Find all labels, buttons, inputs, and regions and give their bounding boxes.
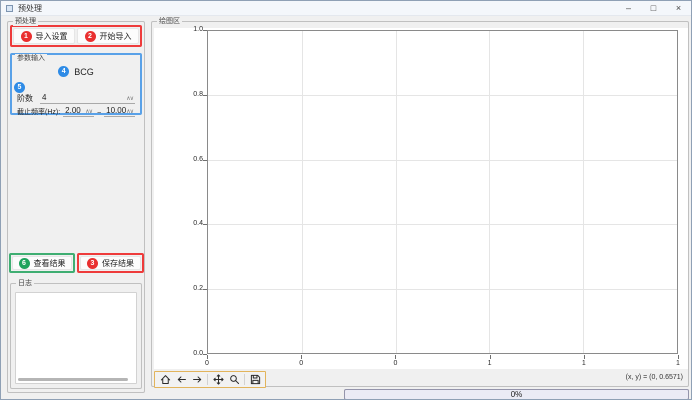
plot-axes [207,30,678,354]
signal-type-row: 4 BCG [12,65,140,78]
step-badge-3: 3 [87,258,98,269]
log-group: 日志 [10,283,142,389]
cutoff-label: 截止频率(Hz): [17,107,60,117]
cutoff-low-value: 2.00 [65,106,81,115]
save-results-label: 保存结果 [102,258,134,269]
y-tick-label: 0.4 [180,220,203,228]
x-tick-mark [490,355,491,359]
y-tick-mark [203,160,207,161]
y-tick-label: 1.0 [180,26,203,34]
y-tick-label: 0.6 [180,156,203,164]
gridline-horizontal [208,224,677,225]
gridline-vertical [396,31,397,353]
log-group-label: 日志 [16,279,34,288]
log-textarea[interactable] [15,292,137,384]
progress-text: 0% [511,390,523,399]
order-row: 阶数 4 ∧∨ [17,92,135,104]
y-tick-label: 0.0 [180,350,203,358]
preprocess-group: 预处理 1 导入设置 2 开始导入 参数输入 4 BCG 5 阶数 [7,21,145,393]
spinner-arrows-icon[interactable]: ∧∨ [126,96,133,102]
toolbar-separator [207,374,208,385]
x-tick-mark [301,355,302,359]
view-results-button[interactable]: 6 查看结果 [12,256,72,270]
zoom-rect-icon[interactable] [228,374,240,386]
window-title: 预处理 [18,3,42,14]
y-tick-mark [203,95,207,96]
preprocess-group-label: 预处理 [13,17,38,26]
x-tick-label: 0 [293,360,309,368]
cutoff-separator: ~ [97,110,101,117]
y-tick-mark [203,30,207,31]
view-results-annotation: 6 查看结果 [9,253,75,273]
cursor-coordinate-readout: (x, y) = (0, 0.6571) [626,374,683,381]
x-tick-mark [678,355,679,359]
maximize-button[interactable]: □ [641,1,666,15]
cutoff-low-spinbox[interactable]: 2.00 ∧∨ [63,106,94,117]
cutoff-high-value: 10.00 [106,106,126,115]
window-controls: – □ × [616,1,691,15]
back-arrow-icon[interactable] [175,374,187,386]
gridline-horizontal [208,95,677,96]
step-badge-6: 6 [19,258,30,269]
y-tick-mark [203,224,207,225]
view-results-label: 查看结果 [34,258,66,269]
pan-icon[interactable] [212,374,224,386]
x-tick-label: 1 [482,360,498,368]
x-tick-label: 1 [576,360,592,368]
start-import-button[interactable]: 2 开始导入 [77,28,139,44]
title-bar: 预处理 – □ × [1,1,691,16]
save-figure-icon[interactable] [249,374,261,386]
plot-area-group-label: 绘图区 [157,17,182,26]
toolbar-separator [244,374,245,385]
order-spinbox[interactable]: 4 ∧∨ [40,93,135,104]
step-badge-1: 1 [21,31,32,42]
plot-canvas[interactable]: 1.0 0.8 0.6 0.4 0.2 0.0 0 0 0 1 1 1 [154,28,688,369]
start-import-label: 开始导入 [100,31,132,42]
spinner-arrows-icon[interactable]: ∧∨ [85,109,92,115]
step-badge-2: 2 [85,31,96,42]
import-buttons-annotation: 1 导入设置 2 开始导入 [10,25,142,47]
home-icon[interactable] [159,374,171,386]
x-tick-label: 1 [670,360,686,368]
param-group-label: 参数输入 [15,54,47,63]
order-value: 4 [42,93,46,102]
gridline-vertical [583,31,584,353]
order-label: 阶数 [17,93,33,104]
log-horizontal-scrollbar[interactable] [18,378,128,381]
app-icon [6,5,13,12]
y-tick-label: 0.8 [180,91,203,99]
gridline-horizontal [208,160,677,161]
gridline-vertical [302,31,303,353]
cutoff-row: 截止频率(Hz): 2.00 ∧∨ ~ 10.00 ∧∨ [17,105,135,117]
gridline-vertical [489,31,490,353]
cutoff-high-spinbox[interactable]: 10.00 ∧∨ [104,106,135,117]
gridline-horizontal [208,289,677,290]
save-results-button[interactable]: 3 保存结果 [80,256,141,270]
close-button[interactable]: × [666,1,691,15]
spinner-arrows-icon[interactable]: ∧∨ [126,109,133,115]
x-tick-mark [395,355,396,359]
forward-arrow-icon[interactable] [191,374,203,386]
y-tick-label: 0.2 [180,285,203,293]
plot-area-group: 绘图区 1.00.80.60.40.20.0000111 [151,21,689,387]
plot-toolbar [154,371,266,388]
param-input-annotation: 参数输入 4 BCG 5 阶数 4 ∧∨ 截止频率(Hz): 2.00 ∧∨ [10,53,142,115]
x-tick-mark [207,355,208,359]
import-settings-button[interactable]: 1 导入设置 [13,28,75,44]
progress-bar: 0% [344,389,689,400]
import-settings-label: 导入设置 [36,31,68,42]
minimize-button[interactable]: – [616,1,641,15]
save-results-annotation: 3 保存结果 [77,253,144,273]
x-tick-mark [584,355,585,359]
step-badge-4: 4 [58,66,69,77]
y-tick-mark [203,289,207,290]
signal-type-label: BCG [74,67,94,77]
app-window: 预处理 – □ × 预处理 1 导入设置 2 开始导入 参数输入 4 BCG [0,0,692,400]
x-tick-label: 0 [199,360,215,368]
x-tick-label: 0 [387,360,403,368]
